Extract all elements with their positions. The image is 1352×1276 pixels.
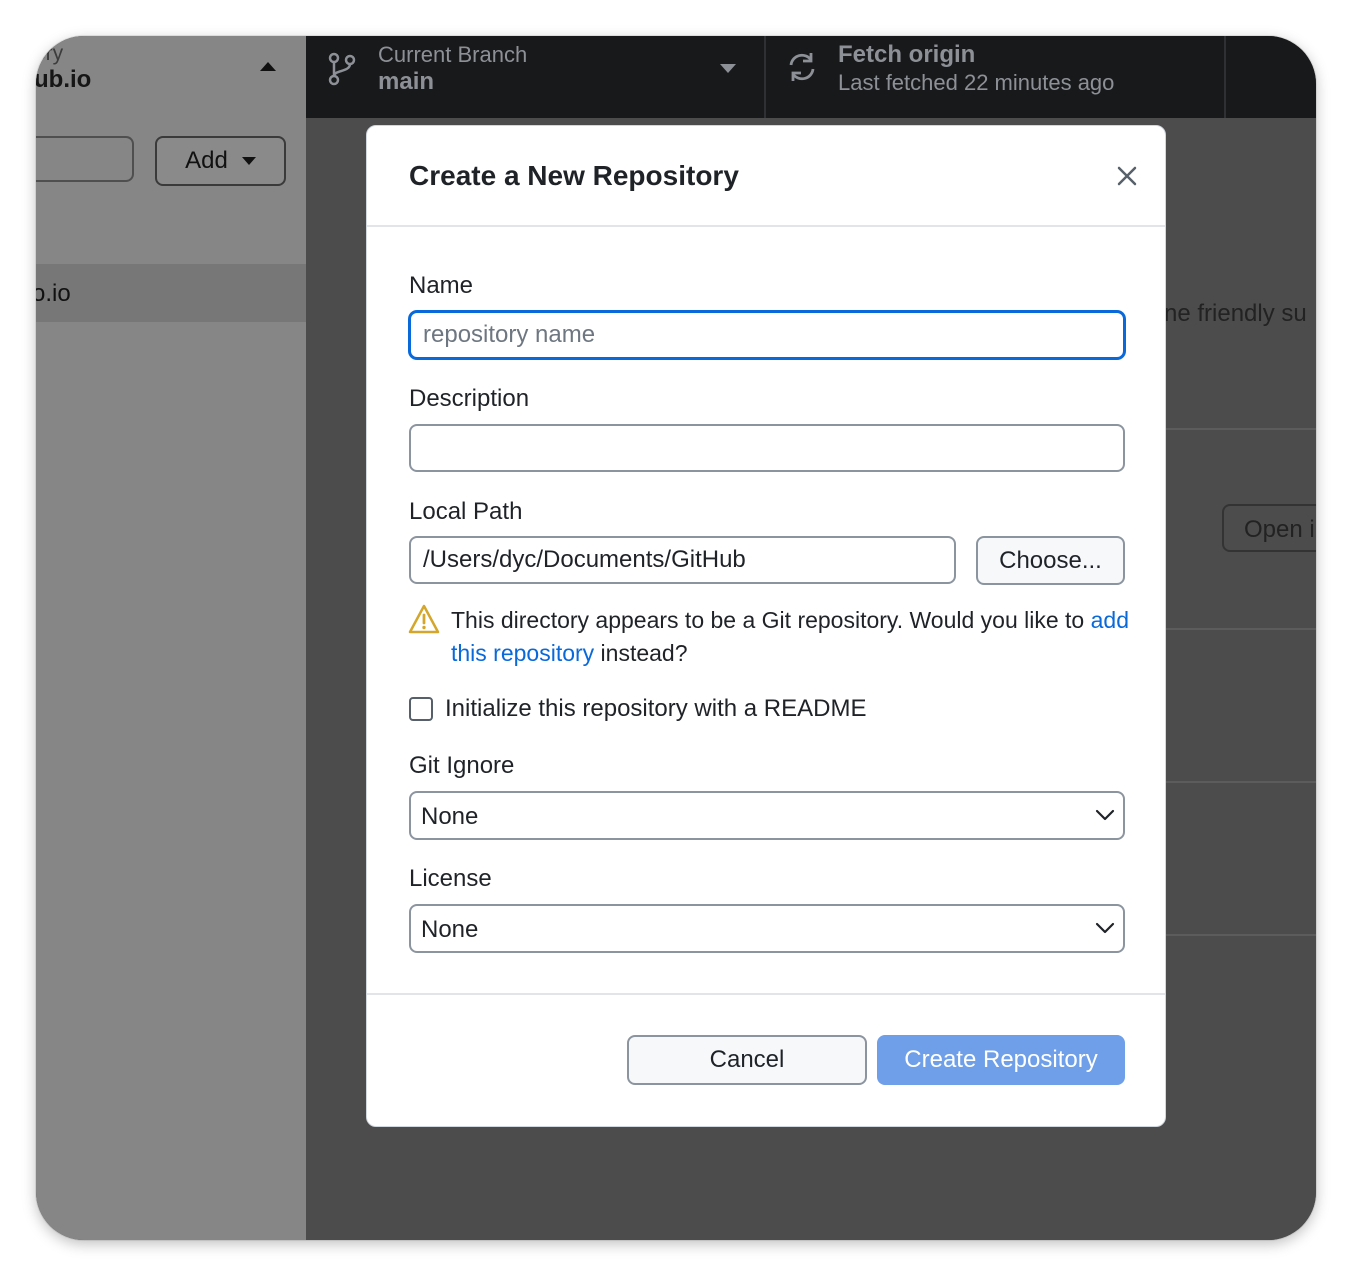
add-repository-button[interactable]: Add bbox=[155, 136, 286, 186]
chevron-down-icon bbox=[1095, 922, 1115, 934]
git-ignore-label: Git Ignore bbox=[409, 752, 515, 779]
dialog-title: Create a New Repository bbox=[409, 160, 739, 191]
app-window: ory ub.io Add o.io Current Branch main F… bbox=[36, 36, 1316, 1240]
description-label: Description bbox=[409, 385, 530, 412]
create-repository-dialog: Create a New Repository Name Description… bbox=[366, 125, 1166, 1127]
git-repository-warning: This directory appears to be a Git repos… bbox=[451, 604, 1131, 670]
current-repository-name[interactable]: ub.io bbox=[36, 66, 91, 94]
current-branch-button[interactable]: Current Branch main bbox=[306, 36, 766, 118]
readme-checkbox-label[interactable]: Initialize this repository with a README bbox=[445, 695, 866, 723]
choose-path-button[interactable]: Choose... bbox=[976, 536, 1125, 585]
repository-name-input[interactable] bbox=[409, 311, 1125, 359]
git-branch-icon bbox=[328, 52, 356, 86]
git-ignore-select[interactable]: None bbox=[409, 791, 1125, 840]
current-branch-label: Current Branch bbox=[378, 42, 528, 67]
add-button-label: Add bbox=[185, 147, 228, 174]
background-text: ne friendly su bbox=[1164, 300, 1307, 327]
repository-list-item-label: o.io bbox=[36, 280, 71, 307]
chevron-down-icon bbox=[1095, 809, 1115, 821]
repository-list-item[interactable]: o.io bbox=[36, 264, 306, 322]
caret-down-icon bbox=[241, 157, 256, 165]
license-label: License bbox=[409, 865, 492, 892]
license-select[interactable]: None bbox=[409, 904, 1125, 953]
divider bbox=[1164, 428, 1316, 430]
fetch-origin-label: Fetch origin bbox=[838, 41, 976, 68]
divider bbox=[1164, 628, 1316, 630]
git-ignore-selected-value: None bbox=[421, 803, 479, 830]
divider bbox=[1164, 934, 1316, 936]
warning-text: This directory appears to be a Git repos… bbox=[451, 607, 1091, 633]
local-path-input[interactable] bbox=[409, 536, 956, 584]
description-input[interactable] bbox=[409, 424, 1125, 472]
last-fetched-status: Last fetched 22 minutes ago bbox=[838, 70, 1115, 95]
sync-icon bbox=[789, 53, 815, 81]
license-selected-value: None bbox=[421, 916, 479, 943]
fetch-origin-button[interactable]: Fetch origin Last fetched 22 minutes ago bbox=[766, 36, 1226, 118]
name-label: Name bbox=[409, 272, 474, 299]
divider bbox=[1164, 781, 1316, 783]
current-branch-name: main bbox=[378, 68, 435, 95]
sidebar: ory ub.io Add o.io bbox=[36, 36, 306, 1240]
header-divider bbox=[367, 225, 1165, 227]
open-in-button[interactable]: Open i bbox=[1222, 504, 1316, 552]
warning-text-end: instead? bbox=[594, 640, 688, 666]
repository-filter-input[interactable] bbox=[36, 136, 134, 182]
create-repository-button[interactable]: Create Repository bbox=[877, 1035, 1125, 1085]
chevron-down-icon bbox=[720, 64, 736, 73]
current-repository-label: ory bbox=[36, 42, 64, 65]
local-path-label: Local Path bbox=[409, 498, 523, 525]
cancel-button[interactable]: Cancel bbox=[627, 1035, 867, 1085]
warning-triangle-icon bbox=[408, 604, 440, 634]
close-icon[interactable] bbox=[1115, 164, 1139, 188]
toolbar: Current Branch main Fetch origin Last fe… bbox=[306, 36, 1316, 118]
readme-checkbox[interactable] bbox=[409, 697, 433, 721]
caret-up-icon[interactable] bbox=[260, 62, 276, 71]
footer-divider bbox=[367, 993, 1165, 995]
